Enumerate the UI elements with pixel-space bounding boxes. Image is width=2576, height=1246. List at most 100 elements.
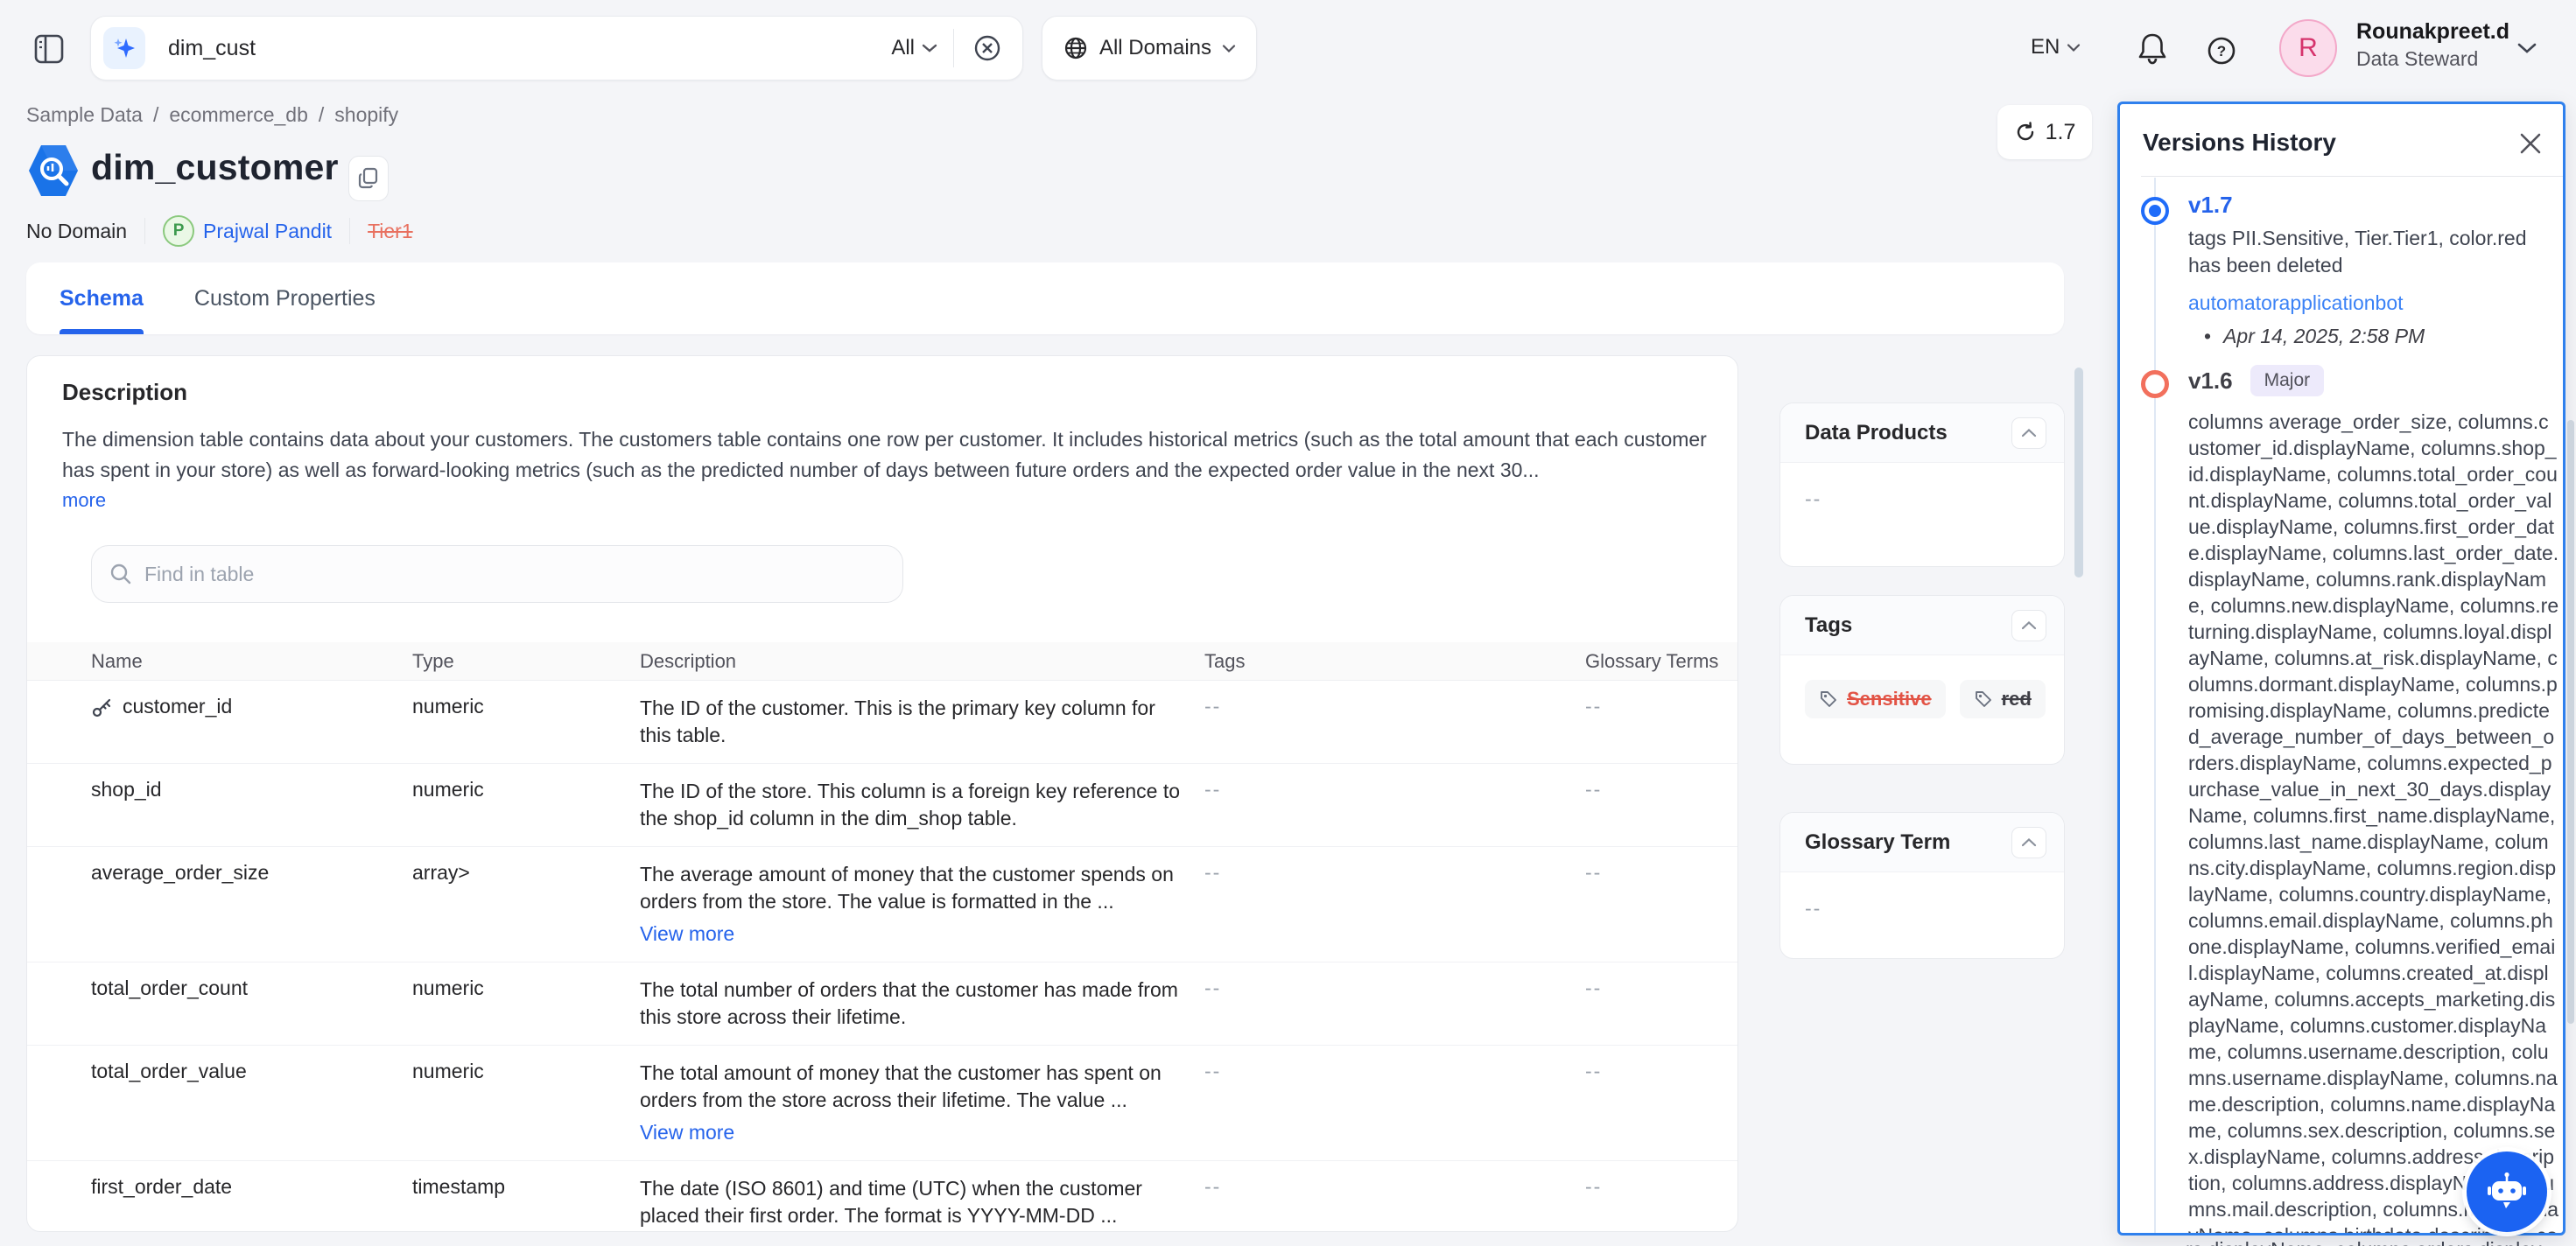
collapse-button[interactable] <box>2011 610 2046 641</box>
column-glossary[interactable]: -- <box>1585 1060 1737 1083</box>
column-name[interactable]: customer_id <box>123 695 232 718</box>
column-glossary[interactable]: -- <box>1585 976 1737 1000</box>
user-avatar[interactable]: R <box>2279 19 2337 77</box>
chevron-down-icon <box>2067 43 2081 52</box>
language-label: EN <box>2031 35 2060 60</box>
column-glossary[interactable]: -- <box>1585 861 1737 885</box>
version-v17-author-link[interactable]: automatorapplicationbot <box>2188 291 2404 315</box>
content-scrollbar[interactable] <box>2074 368 2083 578</box>
schema-card: Description The dimension table contains… <box>26 355 1738 1232</box>
tag-icon <box>1974 690 1993 709</box>
version-pill-label: 1.7 <box>2046 120 2076 145</box>
panel-scrollbar[interactable] <box>2567 420 2574 1024</box>
column-tags[interactable]: -- <box>1204 1175 1585 1199</box>
search-scope-dropdown[interactable]: All <box>891 36 937 60</box>
owner-name[interactable]: Prajwal Pandit <box>203 220 332 243</box>
tag-chip-red[interactable]: red <box>1960 680 2046 718</box>
tags-card: Tags Sensitive red <box>1779 595 2065 765</box>
breadcrumb-item-schema[interactable]: shopify <box>334 103 398 127</box>
column-description: The ID of the store. This column is a fo… <box>640 778 1183 832</box>
ai-sparkle-icon <box>103 27 145 69</box>
column-name[interactable]: first_order_date <box>91 1175 232 1199</box>
column-tags[interactable]: -- <box>1204 976 1585 1000</box>
column-name[interactable]: average_order_size <box>91 861 269 885</box>
column-tags[interactable]: -- <box>1204 695 1585 718</box>
chevron-down-icon <box>922 43 937 53</box>
chevron-up-icon <box>2021 620 2037 630</box>
version-radio-unselected[interactable] <box>2141 370 2169 398</box>
table-row[interactable]: customer_id numeric The ID of the custom… <box>27 681 1737 764</box>
search-scope-label: All <box>891 36 915 60</box>
col-header-name[interactable]: Name <box>91 650 412 673</box>
column-tags[interactable]: -- <box>1204 861 1585 885</box>
user-name: Rounakpreet.d <box>2356 19 2509 45</box>
language-selector[interactable]: EN <box>2031 35 2081 60</box>
columns-table: Name Type Description Tags Glossary Term… <box>27 642 1737 1232</box>
version-radio-selected[interactable] <box>2141 197 2169 225</box>
tab-custom-properties[interactable]: Custom Properties <box>194 262 376 334</box>
column-type: numeric <box>412 695 640 718</box>
table-row[interactable]: shop_id numeric The ID of the store. Thi… <box>27 764 1737 847</box>
timeline-line <box>2154 178 2156 1233</box>
data-products-card: Data Products -- <box>1779 402 2065 567</box>
tab-schema[interactable]: Schema <box>60 262 144 334</box>
breadcrumb: Sample Data / ecommerce_db / shopify <box>26 103 398 127</box>
table-row[interactable]: first_order_date timestamp The date (ISO… <box>27 1161 1737 1232</box>
owner-chip[interactable]: P Prajwal Pandit <box>163 215 332 247</box>
tier-badge[interactable]: Tier1 <box>368 220 413 243</box>
collapse-button[interactable] <box>2011 417 2046 449</box>
column-name[interactable]: total_order_value <box>91 1060 247 1083</box>
clear-search-icon[interactable] <box>970 31 1005 66</box>
global-search-bar[interactable]: dim_cust All <box>90 16 1023 80</box>
col-header-tags[interactable]: Tags <box>1204 650 1585 673</box>
version-pill-button[interactable]: 1.7 <box>1997 105 2092 159</box>
tag-chip-sensitive[interactable]: Sensitive <box>1805 680 1946 718</box>
user-role: Data Steward <box>2356 47 2478 71</box>
col-header-type[interactable]: Type <box>412 650 640 673</box>
column-name[interactable]: shop_id <box>91 778 162 802</box>
find-in-table[interactable] <box>91 545 903 603</box>
copy-name-button[interactable] <box>348 156 389 201</box>
sidebar-toggle-button[interactable] <box>33 32 68 66</box>
breadcrumb-item-connection[interactable]: Sample Data <box>26 103 143 127</box>
find-in-table-input[interactable] <box>144 563 885 586</box>
chevron-up-icon <box>2021 428 2037 438</box>
column-glossary[interactable]: -- <box>1585 1175 1737 1199</box>
column-type: timestamp <box>412 1175 640 1199</box>
help-icon[interactable]: ? <box>2204 33 2239 68</box>
column-type: array> <box>412 861 640 885</box>
column-tags[interactable]: -- <box>1204 1060 1585 1083</box>
table-row[interactable]: average_order_size array> The average am… <box>27 847 1737 962</box>
domain-label[interactable]: No Domain <box>26 220 127 243</box>
col-header-glossary-terms[interactable]: Glossary Terms <box>1585 650 1737 673</box>
glossary-term-empty: -- <box>1805 897 1821 920</box>
glossary-term-card: Glossary Term -- <box>1779 812 2065 959</box>
table-row[interactable]: total_order_value numeric The total amou… <box>27 1046 1737 1161</box>
chatbot-button[interactable] <box>2467 1152 2547 1232</box>
table-row[interactable]: total_order_count numeric The total numb… <box>27 962 1737 1046</box>
all-domains-dropdown[interactable]: All Domains <box>1042 16 1257 80</box>
svg-text:?: ? <box>2217 43 2226 60</box>
search-input[interactable]: dim_cust <box>168 36 256 61</box>
collapse-button[interactable] <box>2011 827 2046 858</box>
description-heading: Description <box>62 379 187 406</box>
version-v16-link[interactable]: v1.6 <box>2188 368 2233 395</box>
notifications-bell-icon[interactable] <box>2134 30 2171 68</box>
column-glossary[interactable]: -- <box>1585 778 1737 802</box>
column-name[interactable]: total_order_count <box>91 976 248 1000</box>
col-header-description[interactable]: Description <box>640 650 1204 673</box>
column-tags[interactable]: -- <box>1204 778 1585 802</box>
owner-avatar: P <box>163 215 194 247</box>
view-more-link[interactable]: View more <box>640 1119 1183 1146</box>
tags-title: Tags <box>1805 613 1852 638</box>
close-icon[interactable] <box>2517 130 2544 157</box>
bigquery-table-icon <box>26 142 81 200</box>
version-v17-link[interactable]: v1.7 <box>2188 192 2233 219</box>
view-more-link[interactable]: View more <box>640 920 1183 948</box>
description-more-link[interactable]: more <box>62 489 106 512</box>
user-menu-chevron-icon[interactable] <box>2517 42 2537 54</box>
chevron-down-icon <box>1222 44 1236 53</box>
breadcrumb-item-database[interactable]: ecommerce_db <box>169 103 308 127</box>
versions-history-panel: Versions History v1.7 tags PII.Sensitive… <box>2117 102 2565 1236</box>
column-glossary[interactable]: -- <box>1585 695 1737 718</box>
